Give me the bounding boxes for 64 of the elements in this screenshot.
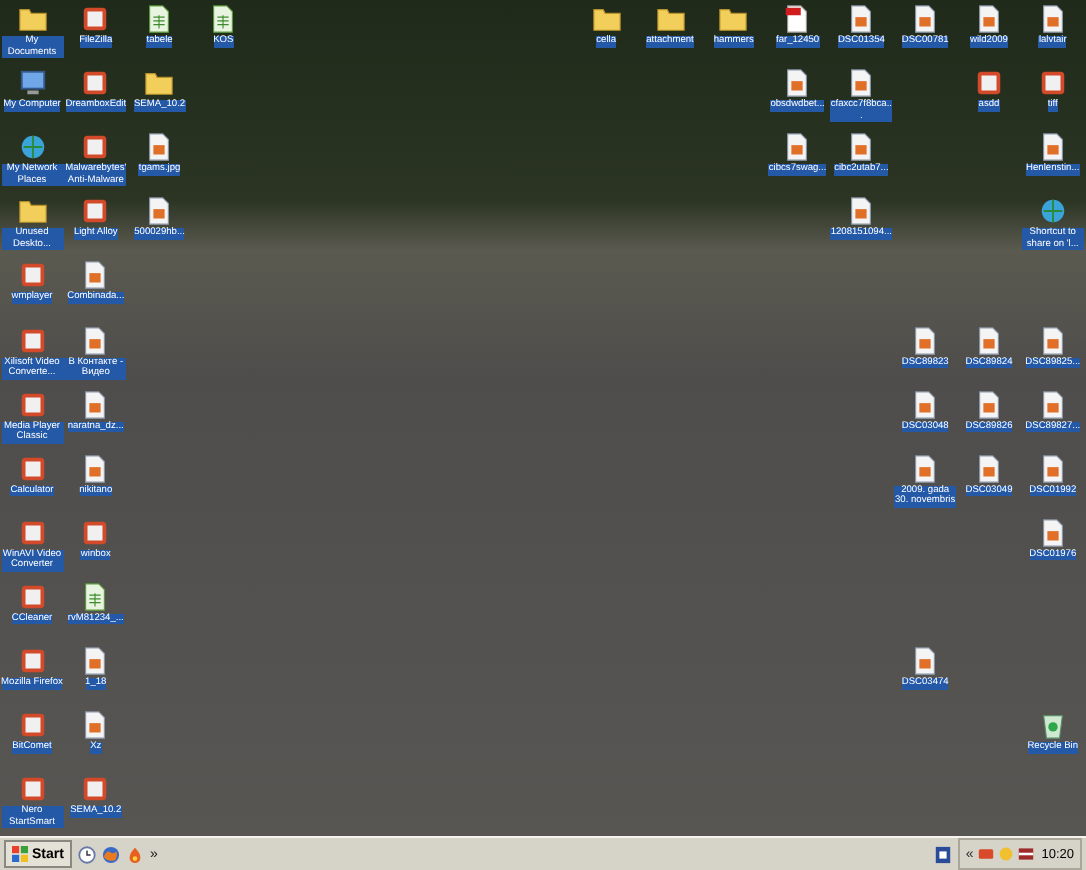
image-file-icon[interactable] <box>1037 517 1068 548</box>
image-file-icon[interactable] <box>910 4 941 34</box>
image-file-icon[interactable] <box>144 196 175 227</box>
image-file-icon[interactable] <box>974 453 1004 484</box>
image-file-icon[interactable] <box>80 260 111 291</box>
spreadsheet-icon[interactable] <box>208 4 239 34</box>
pdf-file-icon[interactable] <box>782 4 813 34</box>
clock-icon[interactable] <box>77 845 96 863</box>
image-file-icon[interactable] <box>80 453 111 484</box>
image-file-icon[interactable] <box>846 4 877 34</box>
application-icon[interactable] <box>974 68 1004 99</box>
application-icon[interactable] <box>80 132 111 163</box>
image-file-icon[interactable] <box>974 389 1004 420</box>
image-file-icon[interactable] <box>1037 132 1068 163</box>
spreadsheet-icon[interactable] <box>80 581 111 612</box>
image-file-icon[interactable] <box>782 132 813 163</box>
image-file-icon[interactable] <box>144 132 175 163</box>
application-icon[interactable] <box>17 646 47 676</box>
folder-icon[interactable] <box>144 68 175 99</box>
image-file-icon[interactable] <box>1037 453 1068 484</box>
application-icon[interactable] <box>17 325 47 355</box>
network-icon[interactable] <box>1037 196 1068 227</box>
application-icon[interactable] <box>1037 68 1068 99</box>
application-icon[interactable] <box>80 517 111 548</box>
folder-icon[interactable] <box>17 4 47 34</box>
image-file-icon[interactable] <box>80 710 111 741</box>
image-file-icon[interactable] <box>1037 4 1068 34</box>
image-file-icon[interactable] <box>974 4 1004 34</box>
folder-icon[interactable] <box>655 4 685 34</box>
image-file-icon[interactable] <box>846 196 877 227</box>
windows-flag-icon <box>12 846 28 862</box>
application-icon[interactable] <box>17 774 47 805</box>
image-file-icon[interactable] <box>846 132 877 163</box>
application-icon[interactable] <box>17 453 47 484</box>
folder-icon[interactable] <box>591 4 622 34</box>
image-file-icon[interactable] <box>910 325 941 355</box>
application-icon[interactable] <box>17 710 47 741</box>
application-icon[interactable] <box>17 260 47 291</box>
application-icon[interactable] <box>80 774 111 805</box>
network-icon[interactable] <box>17 132 47 163</box>
image-file-icon[interactable] <box>1037 389 1068 420</box>
application-icon[interactable] <box>17 389 47 420</box>
application-icon[interactable] <box>80 196 111 227</box>
application-icon[interactable] <box>17 581 47 612</box>
spreadsheet-icon[interactable] <box>144 4 175 34</box>
image-file-icon[interactable] <box>910 389 941 420</box>
image-file-icon[interactable] <box>974 325 1004 355</box>
image-file-icon[interactable] <box>846 68 877 99</box>
recycle-bin-icon[interactable] <box>1037 710 1068 741</box>
folder-icon[interactable] <box>718 4 749 34</box>
folder-icon[interactable] <box>17 196 47 227</box>
computer-icon[interactable] <box>17 68 47 99</box>
image-file-icon[interactable] <box>80 646 111 676</box>
image-file-icon[interactable] <box>1037 325 1068 355</box>
image-file-icon[interactable] <box>910 453 941 484</box>
application-icon[interactable] <box>80 68 111 99</box>
application-icon[interactable] <box>17 517 47 548</box>
browser-icon[interactable] <box>101 845 120 863</box>
image-file-icon[interactable] <box>782 68 813 99</box>
application-icon[interactable] <box>80 4 111 34</box>
image-file-icon[interactable] <box>80 389 111 420</box>
image-file-icon[interactable] <box>910 646 941 676</box>
image-file-icon[interactable] <box>80 325 111 355</box>
flag-icon[interactable] <box>1017 846 1034 862</box>
